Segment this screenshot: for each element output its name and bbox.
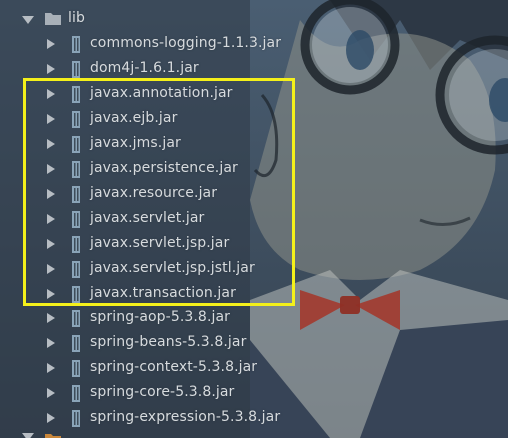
jar-icon	[72, 261, 80, 278]
tree-node-label: javax.servlet.jsp.jar	[90, 235, 230, 251]
tree-node-label: javax.annotation.jar	[90, 85, 233, 101]
tree-node-jar[interactable]: spring-beans-5.3.8.jar	[0, 331, 508, 356]
tree-node-label: spring-beans-5.3.8.jar	[90, 334, 247, 350]
jar-icon	[72, 286, 80, 303]
folder-icon	[45, 13, 61, 25]
tree-node-jar[interactable]: commons-logging-1.1.3.jar	[0, 32, 508, 57]
tree-node-partial[interactable]	[0, 431, 508, 438]
tree-node-jar[interactable]: javax.servlet.jar	[0, 207, 508, 232]
expand-chevron-icon[interactable]	[47, 214, 55, 224]
jar-icon	[72, 360, 80, 377]
expand-chevron-icon[interactable]	[47, 363, 55, 373]
jar-icon	[72, 111, 80, 128]
jar-icon	[72, 161, 80, 178]
expand-chevron-icon[interactable]	[47, 64, 55, 74]
jar-icon	[72, 211, 80, 228]
jar-icon	[72, 86, 80, 103]
jar-icon	[72, 410, 80, 427]
expand-chevron-icon[interactable]	[47, 164, 55, 174]
folder-icon	[45, 434, 61, 438]
jar-icon	[72, 310, 80, 327]
tree-node-label: javax.servlet.jar	[90, 210, 205, 226]
expand-chevron-icon[interactable]	[47, 413, 55, 423]
tree-node-jar[interactable]: javax.servlet.jsp.jar	[0, 232, 508, 257]
expand-chevron-icon[interactable]	[47, 313, 55, 323]
tree-node-jar[interactable]: spring-aop-5.3.8.jar	[0, 306, 508, 331]
tree-node-jar[interactable]: javax.ejb.jar	[0, 107, 508, 132]
jar-icon	[72, 236, 80, 253]
expand-chevron-icon[interactable]	[47, 39, 55, 49]
tree-node-jar[interactable]: javax.resource.jar	[0, 182, 508, 207]
expand-chevron-icon[interactable]	[22, 433, 34, 438]
expand-chevron-icon[interactable]	[47, 139, 55, 149]
expand-chevron-icon[interactable]	[47, 264, 55, 274]
tree-node-label: spring-context-5.3.8.jar	[90, 359, 258, 375]
jar-icon	[72, 36, 80, 53]
tree-node-label: lib	[68, 10, 85, 26]
jar-icon	[72, 385, 80, 402]
tree-node-jar[interactable]: spring-expression-5.3.8.jar	[0, 406, 508, 431]
jar-icon	[72, 335, 80, 352]
tree-node-jar[interactable]: javax.annotation.jar	[0, 82, 508, 107]
tree-node-label: spring-core-5.3.8.jar	[90, 384, 235, 400]
tree-node-label: javax.resource.jar	[90, 185, 218, 201]
tree-node-jar[interactable]: spring-core-5.3.8.jar	[0, 381, 508, 406]
tree-node-label: javax.jms.jar	[90, 135, 181, 151]
tree-node-jar[interactable]: javax.servlet.jsp.jstl.jar	[0, 257, 508, 282]
tree-node-label: spring-aop-5.3.8.jar	[90, 309, 231, 325]
expand-chevron-icon[interactable]	[47, 338, 55, 348]
expand-chevron-icon[interactable]	[47, 189, 55, 199]
tree-node-label: commons-logging-1.1.3.jar	[90, 35, 282, 51]
expand-chevron-icon[interactable]	[47, 89, 55, 99]
tree-node-label: javax.ejb.jar	[90, 110, 178, 126]
jar-icon	[72, 61, 80, 78]
tree-node-jar[interactable]: javax.transaction.jar	[0, 282, 508, 307]
project-file-tree: lib commons-logging-1.1.3.jar dom4j-1.6.…	[0, 0, 508, 438]
expand-chevron-icon[interactable]	[47, 289, 55, 299]
tree-node-lib[interactable]: lib	[0, 7, 508, 32]
tree-node-label: javax.servlet.jsp.jstl.jar	[90, 260, 255, 276]
tree-node-label: dom4j-1.6.1.jar	[90, 60, 199, 76]
tree-node-label: javax.persistence.jar	[90, 160, 238, 176]
expand-chevron-icon[interactable]	[47, 239, 55, 249]
tree-node-label: javax.transaction.jar	[90, 285, 236, 301]
tree-node-jar[interactable]: javax.persistence.jar	[0, 157, 508, 182]
tree-node-jar[interactable]: javax.jms.jar	[0, 132, 508, 157]
tree-node-label: spring-expression-5.3.8.jar	[90, 409, 281, 425]
tree-node-jar[interactable]: spring-context-5.3.8.jar	[0, 356, 508, 381]
expand-chevron-icon[interactable]	[47, 388, 55, 398]
jar-icon	[72, 186, 80, 203]
expand-chevron-icon[interactable]	[22, 16, 34, 24]
jar-icon	[72, 136, 80, 153]
expand-chevron-icon[interactable]	[47, 114, 55, 124]
tree-node-jar[interactable]: dom4j-1.6.1.jar	[0, 57, 508, 82]
